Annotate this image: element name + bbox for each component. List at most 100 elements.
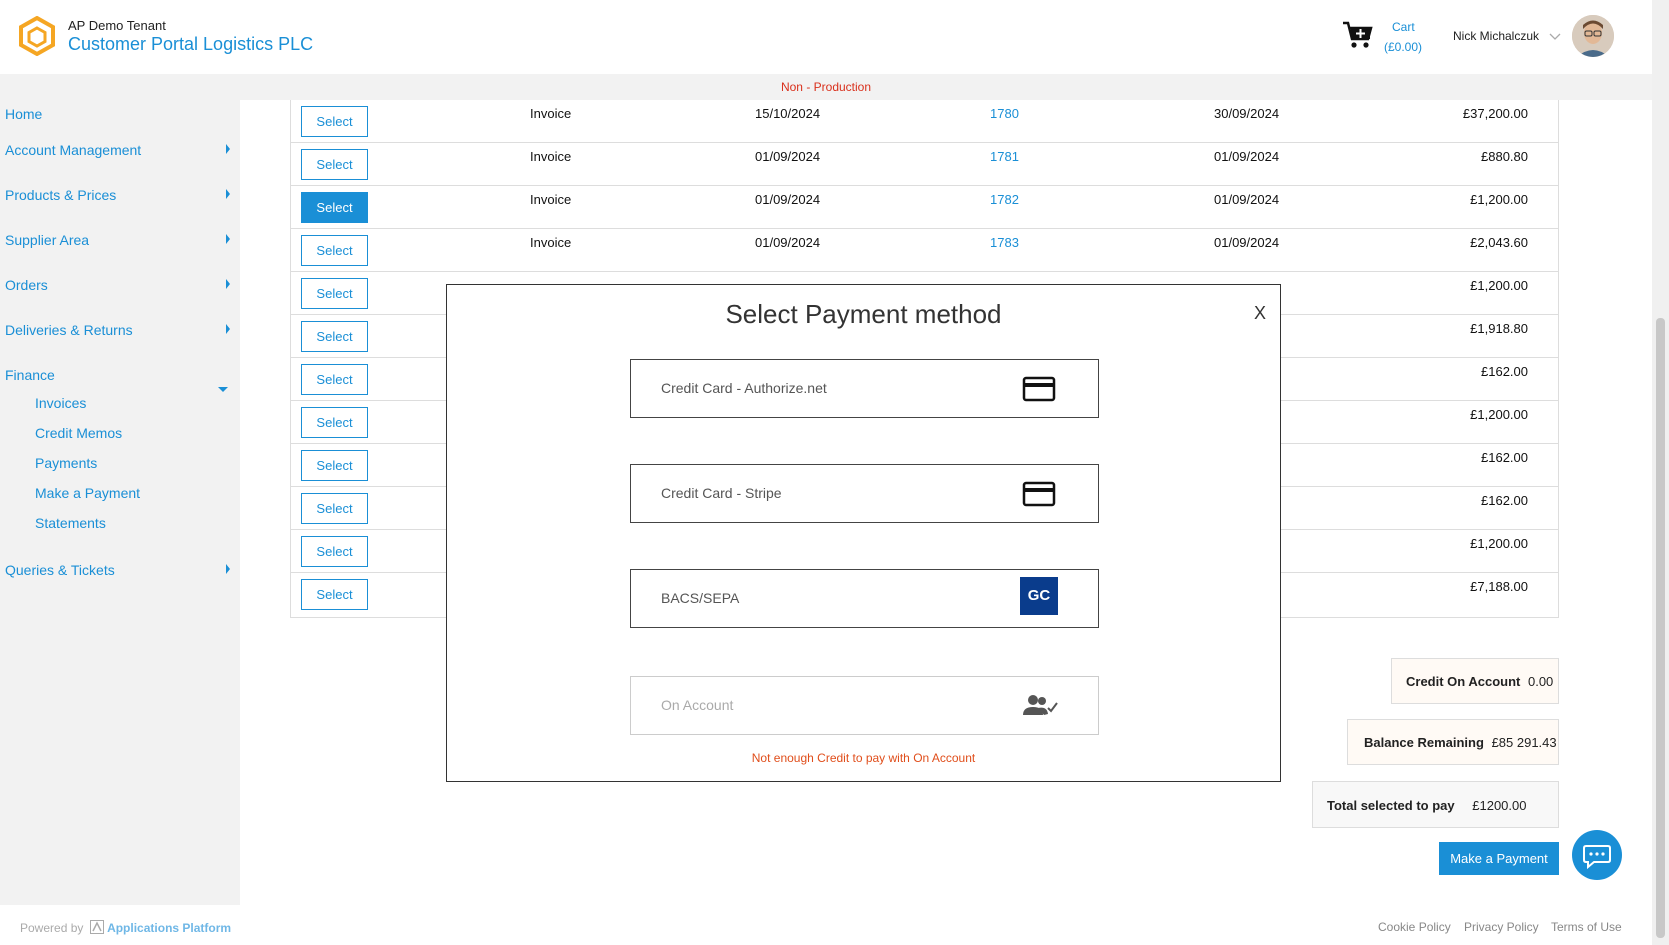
select-button[interactable]: Select bbox=[301, 321, 368, 352]
row-due-date: 01/09/2024 bbox=[1214, 235, 1280, 250]
table-row: Select Invoice 01/09/2024 1783 01/09/202… bbox=[291, 229, 1558, 272]
sidebar-item-queries-tickets[interactable]: Queries & Tickets bbox=[5, 562, 115, 578]
row-amount: £880.80 bbox=[1481, 149, 1528, 164]
total-selected-value: £1200.00 bbox=[1472, 798, 1527, 813]
select-button[interactable]: Select bbox=[301, 235, 368, 266]
scrollbar-thumb[interactable] bbox=[1656, 318, 1665, 938]
row-amount: £162.00 bbox=[1481, 493, 1528, 508]
row-type: Invoice bbox=[530, 106, 572, 121]
sidebar-subitem-payments[interactable]: Payments bbox=[35, 455, 97, 471]
environment-banner: Non - Production bbox=[780, 80, 872, 94]
gocardless-icon: GC bbox=[1020, 577, 1058, 615]
row-due-date: 30/09/2024 bbox=[1214, 106, 1280, 121]
select-button-active[interactable]: Select bbox=[301, 192, 368, 223]
row-number-link[interactable]: 1781 bbox=[990, 149, 1019, 164]
row-amount: £1,200.00 bbox=[1470, 407, 1528, 422]
sidebar-item-home[interactable]: Home bbox=[5, 106, 42, 122]
terms-of-use-link[interactable]: Terms of Use bbox=[1551, 920, 1622, 934]
select-button[interactable]: Select bbox=[301, 364, 368, 395]
row-type: Invoice bbox=[530, 235, 572, 250]
row-amount: £1,200.00 bbox=[1470, 278, 1528, 293]
balance-remaining-value: £85 291.43 bbox=[1491, 735, 1557, 750]
chevron-down-icon[interactable] bbox=[1548, 29, 1562, 43]
balance-remaining-label: Balance Remaining bbox=[1364, 735, 1484, 750]
caret-down-icon[interactable] bbox=[218, 387, 228, 392]
select-button[interactable]: Select bbox=[301, 536, 368, 567]
sidebar-subitem-credit-memos[interactable]: Credit Memos bbox=[35, 425, 122, 441]
row-date: 01/09/2024 bbox=[755, 149, 821, 164]
row-amount: £162.00 bbox=[1481, 450, 1528, 465]
row-due-date: 01/09/2024 bbox=[1214, 192, 1280, 207]
credit-on-account-label: Credit On Account bbox=[1406, 674, 1521, 689]
payment-option-authorize-net[interactable]: Credit Card - Authorize.net bbox=[630, 359, 1099, 418]
select-button[interactable]: Select bbox=[301, 450, 368, 481]
chat-bubble-icon bbox=[1583, 845, 1611, 870]
sidebar-item-orders[interactable]: Orders bbox=[5, 277, 48, 293]
powered-by-brand[interactable]: Applications Platform bbox=[107, 921, 231, 935]
sidebar-subitem-statements[interactable]: Statements bbox=[35, 515, 106, 531]
cart-label[interactable]: Cart bbox=[1392, 20, 1415, 34]
tenant-name: AP Demo Tenant bbox=[68, 18, 166, 33]
privacy-policy-link[interactable]: Privacy Policy bbox=[1464, 920, 1539, 934]
sidebar-item-products-prices[interactable]: Products & Prices bbox=[5, 187, 116, 203]
sidebar-subitem-make-a-payment[interactable]: Make a Payment bbox=[35, 485, 140, 501]
caret-right-icon[interactable] bbox=[226, 324, 230, 334]
total-selected-label: Total selected to pay bbox=[1327, 798, 1455, 813]
row-number-link[interactable]: 1783 bbox=[990, 235, 1019, 250]
close-button[interactable]: X bbox=[1254, 303, 1266, 324]
payment-option-label: Credit Card - Authorize.net bbox=[661, 380, 827, 396]
row-type: Invoice bbox=[530, 192, 572, 207]
caret-right-icon[interactable] bbox=[226, 564, 230, 574]
select-button[interactable]: Select bbox=[301, 493, 368, 524]
table-row: Select Invoice 01/09/2024 1781 01/09/202… bbox=[291, 143, 1558, 186]
sidebar-item-account-management[interactable]: Account Management bbox=[5, 142, 141, 158]
payment-option-label: On Account bbox=[661, 697, 734, 713]
header: AP Demo Tenant Customer Portal Logistics… bbox=[0, 0, 1652, 74]
cart-amount[interactable]: (£0.00) bbox=[1384, 40, 1422, 54]
select-button[interactable]: Select bbox=[301, 407, 368, 438]
credit-card-icon bbox=[1022, 376, 1056, 402]
platform-logo-icon bbox=[89, 920, 104, 934]
row-number-link[interactable]: 1780 bbox=[990, 106, 1019, 121]
cart-icon[interactable] bbox=[1342, 20, 1374, 50]
row-date: 01/09/2024 bbox=[755, 192, 821, 207]
row-type: Invoice bbox=[530, 149, 572, 164]
table-row: Select Invoice 01/09/2024 1782 01/09/202… bbox=[291, 186, 1558, 229]
footer: Powered by Applications Platform Cookie … bbox=[0, 905, 1652, 945]
cookie-policy-link[interactable]: Cookie Policy bbox=[1378, 920, 1451, 934]
row-amount: £162.00 bbox=[1481, 364, 1528, 379]
payment-option-on-account: On Account bbox=[630, 676, 1099, 735]
users-check-icon bbox=[1023, 695, 1058, 715]
caret-right-icon[interactable] bbox=[226, 189, 230, 199]
row-amount: £37,200.00 bbox=[1462, 106, 1528, 121]
payment-option-stripe[interactable]: Credit Card - Stripe bbox=[630, 464, 1099, 523]
select-button[interactable]: Select bbox=[301, 149, 368, 180]
row-amount: £7,188.00 bbox=[1470, 579, 1528, 594]
make-payment-button[interactable]: Make a Payment bbox=[1439, 842, 1559, 875]
select-button[interactable]: Select bbox=[301, 106, 368, 137]
avatar[interactable] bbox=[1572, 15, 1614, 57]
sidebar-item-deliveries-returns[interactable]: Deliveries & Returns bbox=[5, 322, 133, 338]
row-amount: £2,043.60 bbox=[1470, 235, 1528, 250]
credit-on-account-box: Credit On Account 0.00 bbox=[1391, 658, 1559, 704]
row-number-link[interactable]: 1782 bbox=[990, 192, 1019, 207]
credit-on-account-value: 0.00 bbox=[1527, 674, 1554, 689]
sidebar-item-supplier-area[interactable]: Supplier Area bbox=[5, 232, 89, 248]
caret-right-icon[interactable] bbox=[226, 234, 230, 244]
sidebar-subitem-invoices[interactable]: Invoices bbox=[35, 395, 86, 411]
logo-icon[interactable] bbox=[18, 16, 56, 56]
payment-option-label: BACS/SEPA bbox=[661, 590, 740, 606]
total-selected-box: Total selected to pay £1200.00 bbox=[1312, 781, 1559, 828]
row-amount: £1,200.00 bbox=[1470, 192, 1528, 207]
caret-right-icon[interactable] bbox=[226, 279, 230, 289]
sidebar-item-finance[interactable]: Finance bbox=[5, 367, 55, 383]
payment-option-label: Credit Card - Stripe bbox=[661, 485, 782, 501]
payment-option-bacs-sepa[interactable]: BACS/SEPA GC bbox=[630, 569, 1099, 628]
company-name: Customer Portal Logistics PLC bbox=[68, 34, 314, 54]
on-account-warning: Not enough Credit to pay with On Account bbox=[751, 751, 976, 765]
chat-button[interactable] bbox=[1572, 830, 1622, 880]
user-name[interactable]: Nick Michalczuk bbox=[1453, 29, 1539, 43]
caret-right-icon[interactable] bbox=[226, 144, 230, 154]
select-button[interactable]: Select bbox=[301, 579, 368, 610]
select-button[interactable]: Select bbox=[301, 278, 368, 309]
